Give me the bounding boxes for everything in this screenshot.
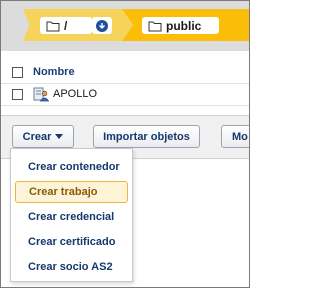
breadcrumb-expand-button[interactable]: [92, 17, 112, 34]
more-button[interactable]: Mo: [221, 125, 249, 148]
create-button[interactable]: Crear: [12, 125, 74, 148]
row-name-cell[interactable]: APOLLO: [33, 86, 97, 102]
breadcrumb: / public: [1, 1, 249, 51]
create-dropdown-menu: Crear contenedor Crear trabajo Crear cre…: [10, 148, 133, 282]
column-header-name[interactable]: Nombre: [33, 66, 75, 78]
more-button-label: Mo: [232, 130, 248, 143]
menu-item-create-container[interactable]: Crear contenedor: [15, 156, 128, 178]
row-name-label: APOLLO: [53, 88, 98, 100]
menu-item-create-job[interactable]: Crear trabajo: [15, 181, 128, 203]
table-header-row: Nombre: [1, 61, 249, 84]
folder-icon: [148, 21, 162, 31]
menu-item-create-certificate[interactable]: Crear certificado: [15, 231, 128, 253]
breadcrumb-root-button[interactable]: /: [40, 17, 92, 34]
breadcrumb-root-label: /: [64, 18, 68, 33]
breadcrumb-current-label: public: [166, 18, 202, 33]
user-account-icon: [33, 87, 49, 102]
table-row[interactable]: APOLLO: [1, 83, 249, 106]
breadcrumb-current-button[interactable]: public: [142, 17, 219, 34]
create-button-label: Crear: [22, 130, 52, 143]
import-objects-label: Importar objetos: [103, 130, 190, 143]
app-frame: / public Nombre APOLLO Crear Importar ob…: [0, 0, 250, 288]
row-checkbox[interactable]: [12, 88, 23, 100]
menu-item-create-credential[interactable]: Crear credencial: [15, 206, 128, 228]
folder-icon: [46, 21, 60, 31]
arrow-down-circle-icon: [96, 19, 108, 32]
select-all-checkbox[interactable]: [12, 66, 23, 78]
menu-item-create-as2-partner[interactable]: Crear socio AS2: [15, 256, 128, 278]
import-objects-button[interactable]: Importar objetos: [93, 125, 200, 148]
chevron-down-icon: [55, 134, 64, 139]
